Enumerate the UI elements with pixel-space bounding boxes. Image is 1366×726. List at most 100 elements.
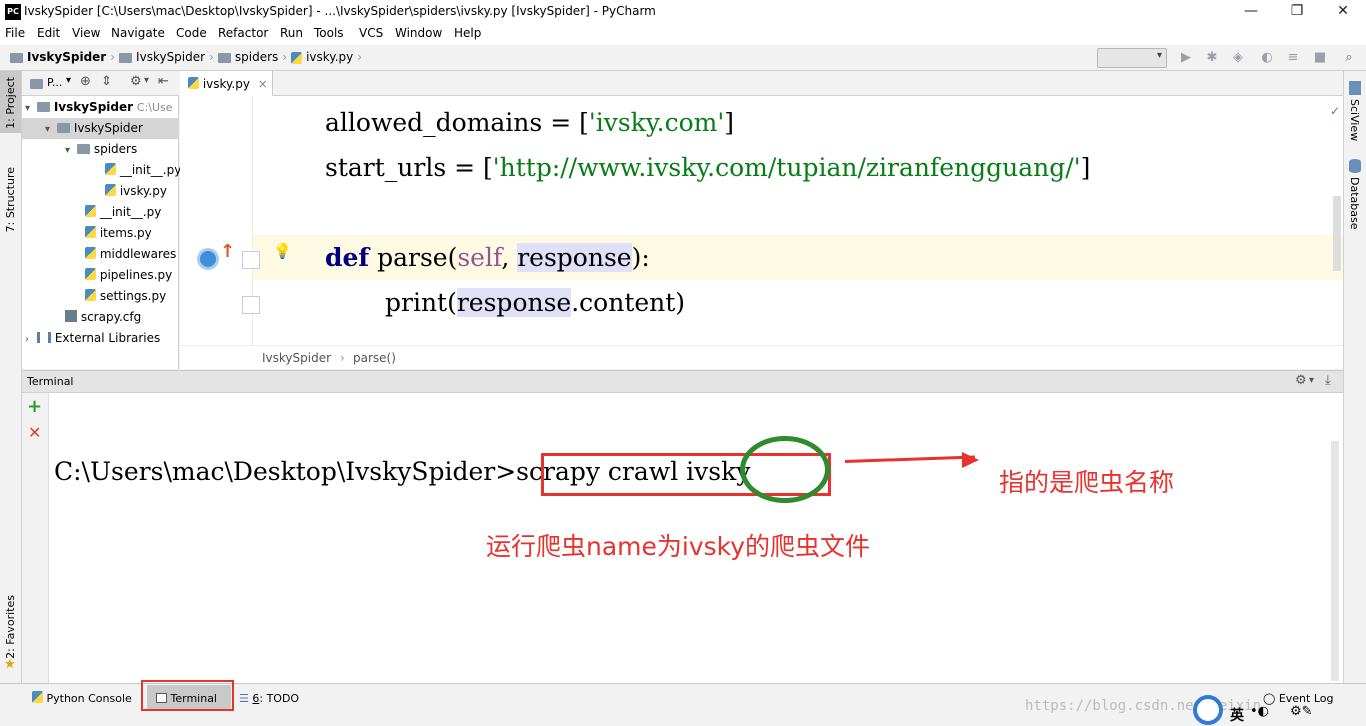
- python-file-icon: [85, 268, 96, 280]
- ime-punctuation-icon[interactable]: •◐: [1250, 704, 1269, 719]
- maximize-button[interactable]: ❐: [1274, 0, 1320, 24]
- breadcrumb-package[interactable]: IvskySpider: [136, 50, 205, 64]
- chevron-right-icon: ›: [110, 50, 116, 64]
- stop-icon[interactable]: ■: [1312, 50, 1328, 66]
- gear-icon[interactable]: ⚙: [130, 74, 142, 89]
- menu-code[interactable]: Code: [176, 26, 207, 40]
- coverage-icon[interactable]: ◈: [1230, 50, 1246, 66]
- tree-item-label: settings.py: [99, 289, 167, 303]
- tree-item-external-libraries[interactable]: › External Libraries: [22, 328, 179, 349]
- menu-vcs[interactable]: VCS: [359, 26, 383, 40]
- favorites-tool-tab[interactable]: 2: Favorites: [4, 595, 17, 659]
- tree-item-ivsky[interactable]: ivsky.py: [22, 181, 179, 202]
- terminal-header: Terminal ⚙ ▾ ⤓: [22, 370, 1343, 393]
- terminal-panel[interactable]: + ✕ C:\Users\mac\Desktop\IvskySpider>scr…: [22, 393, 1343, 683]
- code-editor[interactable]: ↑ 💡 allowed_domains = ['ivsky.com'] star…: [180, 96, 1343, 345]
- tree-item-settings[interactable]: settings.py: [22, 286, 179, 307]
- breadcrumb-file[interactable]: ivsky.py: [306, 50, 353, 64]
- terminal-scrollbar[interactable]: [1331, 441, 1339, 681]
- menu-help[interactable]: Help: [454, 26, 481, 40]
- close-tab-icon[interactable]: ×: [258, 77, 268, 91]
- menu-navigate[interactable]: Navigate: [111, 26, 165, 40]
- sciview-tool-tab[interactable]: SciView: [1348, 99, 1361, 141]
- chevron-down-icon[interactable]: ▾: [66, 75, 71, 86]
- search-everywhere-icon[interactable]: ⌕: [1341, 50, 1357, 66]
- lightbulb-icon[interactable]: 💡: [273, 242, 292, 260]
- ime-tools-icon[interactable]: ⚙✎: [1290, 704, 1313, 719]
- hide-panel-icon[interactable]: ⇤: [158, 74, 169, 89]
- editor-scrollbar[interactable]: [1333, 196, 1341, 271]
- breadcrumb: IvskySpider › IvskySpider › spiders › iv…: [10, 50, 362, 64]
- config-file-icon: [65, 310, 77, 322]
- chevron-right-icon: ›: [209, 50, 214, 64]
- library-icon: [37, 332, 51, 343]
- tree-item-init[interactable]: __init__.py: [22, 202, 179, 223]
- project-tool-tab[interactable]: 1: Project: [0, 71, 21, 133]
- chevron-down-icon[interactable]: ▾: [144, 75, 149, 86]
- python-file-icon: [85, 289, 96, 301]
- tree-item-package[interactable]: ▾ IvskySpider: [22, 118, 179, 139]
- collapse-all-icon[interactable]: ⇕: [101, 74, 112, 89]
- new-session-icon[interactable]: +: [27, 396, 42, 417]
- breadcrumb-spiders[interactable]: spiders: [235, 50, 278, 64]
- build-icon[interactable]: ≡: [1285, 50, 1301, 66]
- menu-edit[interactable]: Edit: [37, 26, 60, 40]
- tree-item-middlewares[interactable]: middlewares: [22, 244, 179, 265]
- menu-window[interactable]: Window: [395, 26, 442, 40]
- close-button[interactable]: ✕: [1320, 0, 1366, 24]
- chevron-right-icon: ›: [340, 351, 345, 365]
- tree-item-label: spiders: [93, 142, 138, 156]
- python-file-icon: [85, 226, 96, 238]
- breadcrumb-project[interactable]: IvskySpider: [27, 50, 106, 64]
- folder-icon: [77, 144, 90, 154]
- todo-tab[interactable]: ☰ 6: TODO: [239, 688, 299, 710]
- python-console-tab[interactable]: Python Console: [32, 688, 132, 710]
- fold-marker-icon[interactable]: [242, 251, 260, 269]
- chevron-down-icon: ▾: [65, 145, 71, 156]
- tree-item-spiders[interactable]: ▾ spiders: [22, 139, 179, 160]
- menu-tools[interactable]: Tools: [314, 26, 344, 40]
- tab-ivsky-py[interactable]: ivsky.py ×: [180, 71, 273, 96]
- tree-item-project-root[interactable]: ▾ IvskySpider C:\Use: [22, 97, 179, 118]
- python-file-icon: [85, 247, 96, 259]
- python-file-icon: [105, 184, 116, 196]
- gear-icon[interactable]: ⚙: [1295, 373, 1307, 388]
- tree-item-path: C:\Use: [136, 101, 173, 114]
- hide-panel-icon[interactable]: ⤓: [1325, 373, 1331, 388]
- database-tool-tab[interactable]: Database: [1348, 177, 1361, 230]
- tab-label: ivsky.py: [202, 77, 250, 91]
- tab-label: : TODO: [259, 692, 300, 705]
- structure-tool-tab[interactable]: 7: Structure: [4, 167, 17, 232]
- tree-item-pipelines[interactable]: pipelines.py: [22, 265, 179, 286]
- debug-icon[interactable]: ✱: [1204, 50, 1220, 66]
- override-method-icon[interactable]: [197, 248, 219, 270]
- profile-icon[interactable]: ◐: [1259, 50, 1275, 66]
- run-configuration-dropdown[interactable]: ▾: [1097, 48, 1167, 68]
- close-session-icon[interactable]: ✕: [28, 423, 41, 442]
- menu-refactor[interactable]: Refactor: [218, 26, 268, 40]
- folder-icon: [37, 102, 50, 112]
- project-view-selector[interactable]: P...: [47, 76, 62, 89]
- tree-item-label: items.py: [99, 226, 152, 240]
- python-file-icon: [188, 77, 199, 89]
- menu-file[interactable]: File: [5, 26, 25, 40]
- chevron-down-icon[interactable]: ▾: [1309, 375, 1314, 386]
- ime-language-indicator[interactable]: 英: [1230, 705, 1244, 725]
- arrow-up-icon: ↑: [220, 241, 236, 262]
- run-icon[interactable]: ▶: [1178, 50, 1194, 66]
- minimize-button[interactable]: —: [1228, 0, 1274, 24]
- tree-item-spiders-init[interactable]: __init__.py: [22, 160, 181, 181]
- folder-icon: [57, 123, 70, 133]
- tree-item-scrapy-cfg[interactable]: scrapy.cfg: [22, 307, 179, 328]
- spider-name-circle: [740, 436, 830, 503]
- fold-marker-icon[interactable]: [242, 296, 260, 314]
- tree-item-label: ivsky.py: [119, 184, 167, 198]
- chevron-right-icon: ›: [282, 50, 288, 64]
- breadcrumb-class[interactable]: IvskySpider: [262, 351, 331, 365]
- target-icon[interactable]: ⊕: [80, 74, 91, 89]
- python-console-icon: [32, 691, 43, 703]
- menu-view[interactable]: View: [72, 26, 100, 40]
- tree-item-items[interactable]: items.py: [22, 223, 179, 244]
- breadcrumb-method[interactable]: parse(): [353, 351, 396, 365]
- menu-run[interactable]: Run: [280, 26, 303, 40]
